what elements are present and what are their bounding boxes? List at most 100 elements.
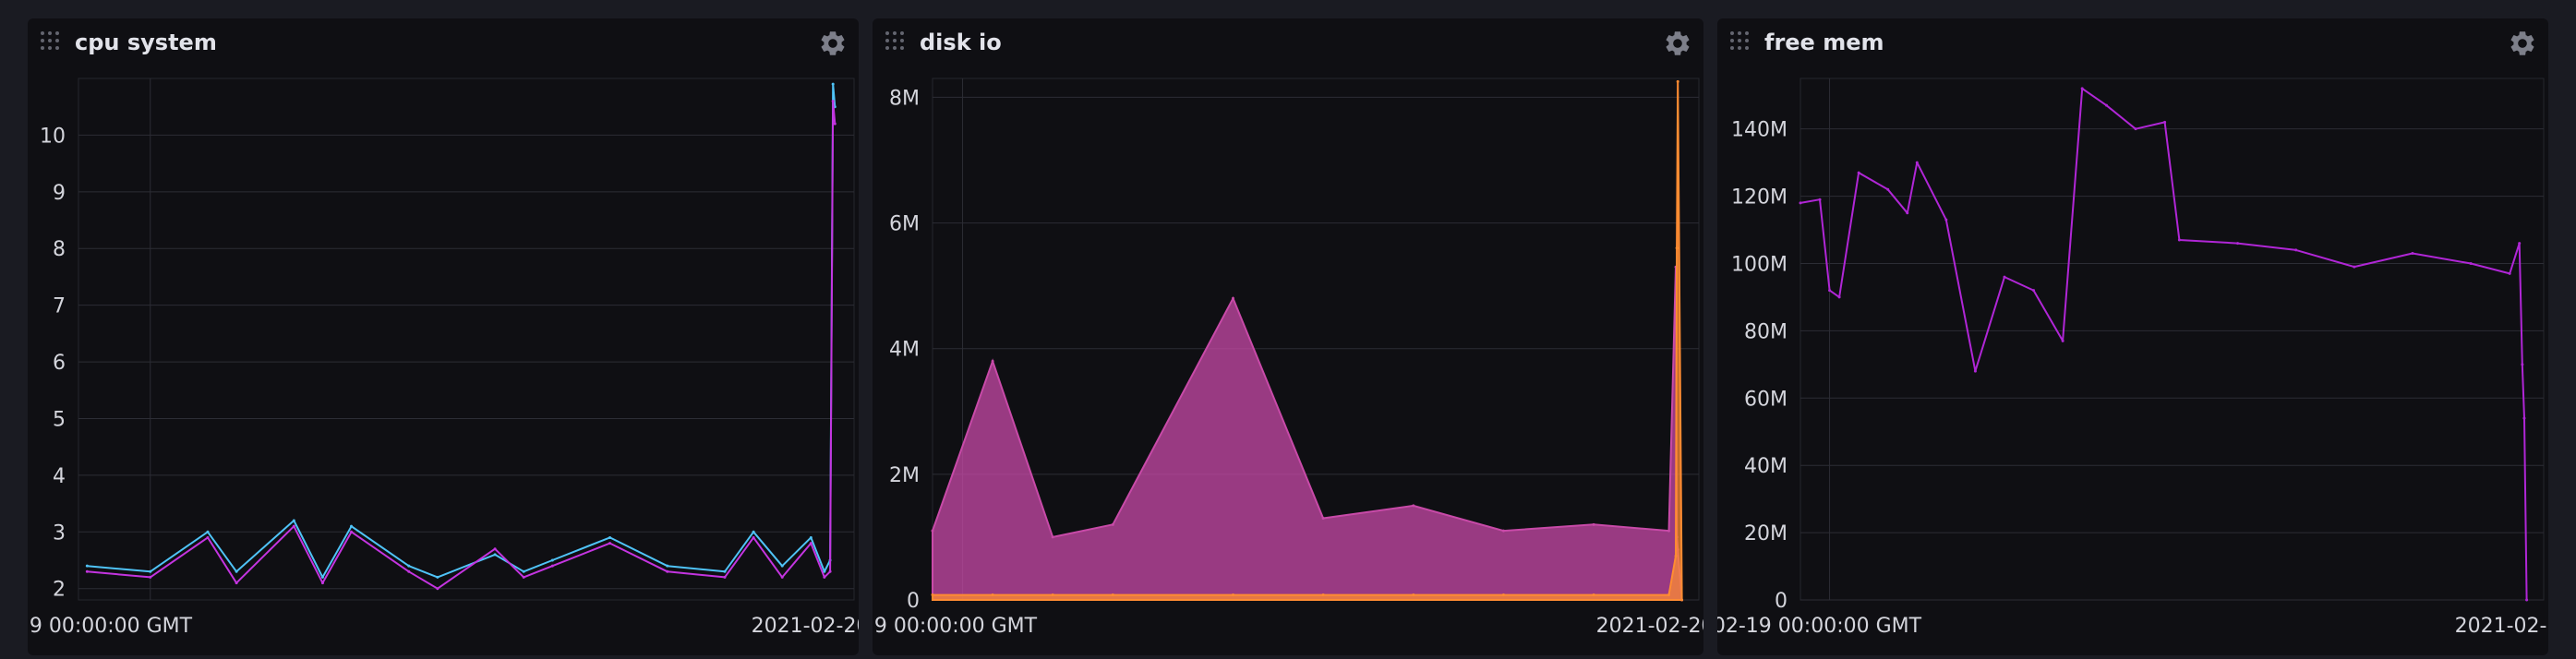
data-point bbox=[2522, 416, 2526, 420]
data-point bbox=[2080, 87, 2084, 90]
data-point bbox=[1111, 522, 1114, 526]
x-tick-label: 02-19 00:00:00 GMT bbox=[28, 615, 193, 638]
x-tick-label: 2021-02-20 00 bbox=[752, 615, 859, 638]
cpu-system-chart: 2 3 4 5 6 7 8 9 10 02-19 00:00:00 GMT 2021-02-20 0… bbox=[28, 78, 859, 638]
data-point bbox=[1818, 198, 1822, 201]
data-point bbox=[1886, 187, 1890, 191]
y-tick-label: 0 bbox=[1775, 590, 1788, 613]
data-point bbox=[666, 569, 669, 573]
data-point bbox=[436, 575, 439, 579]
data-point bbox=[752, 530, 755, 533]
y-tick-label: 5 bbox=[53, 408, 66, 431]
data-point bbox=[780, 575, 784, 579]
data-point bbox=[991, 359, 994, 363]
data-point bbox=[1321, 517, 1325, 521]
data-point bbox=[2177, 238, 2181, 242]
data-point bbox=[2134, 127, 2137, 131]
data-point bbox=[1857, 171, 1860, 174]
data-point bbox=[550, 564, 554, 568]
data-point bbox=[1667, 529, 1670, 533]
data-point bbox=[752, 535, 755, 539]
data-point bbox=[206, 530, 210, 533]
y-tick-label: 100M bbox=[1731, 253, 1788, 276]
y-tick-label: 7 bbox=[53, 295, 66, 318]
data-point bbox=[608, 542, 612, 545]
data-point bbox=[809, 535, 813, 539]
data-point bbox=[833, 122, 837, 126]
y-tick-label: 6M bbox=[889, 213, 920, 236]
data-point bbox=[780, 564, 784, 568]
y-tick-label: 4 bbox=[53, 465, 66, 488]
data-point bbox=[235, 581, 238, 585]
data-point bbox=[1837, 295, 1841, 299]
cpu-system-panel: cpu system 234567891002-19 00:00:00 GMT2… bbox=[28, 18, 859, 655]
data-point bbox=[723, 575, 727, 579]
data-point bbox=[1674, 554, 1678, 557]
series-line bbox=[1800, 87, 2528, 601]
data-point bbox=[2518, 242, 2522, 246]
data-point bbox=[550, 558, 554, 562]
y-tick-label: 6 bbox=[53, 352, 66, 375]
data-point bbox=[493, 553, 497, 557]
data-point bbox=[292, 524, 295, 528]
data-point bbox=[1675, 246, 1679, 250]
data-point bbox=[1501, 593, 1505, 597]
data-point bbox=[831, 82, 835, 86]
y-tick-label: 9 bbox=[53, 182, 66, 205]
data-point bbox=[350, 530, 354, 533]
data-point bbox=[407, 564, 411, 568]
data-point bbox=[149, 569, 152, 573]
x-tick-label: 2021-02-20 00 bbox=[1596, 615, 1703, 638]
data-point bbox=[2003, 275, 2006, 279]
data-point bbox=[608, 535, 612, 539]
data-point bbox=[1667, 593, 1670, 597]
data-point bbox=[1501, 529, 1505, 533]
data-point bbox=[666, 564, 669, 568]
x-tick-label: 21-02-19 00:00:00 GMT bbox=[1717, 615, 1922, 638]
data-point bbox=[1592, 522, 1595, 526]
y-tick-label: 140M bbox=[1731, 119, 1788, 142]
data-point bbox=[407, 569, 411, 573]
data-point bbox=[2469, 261, 2473, 265]
data-point bbox=[522, 575, 525, 579]
data-point bbox=[2353, 265, 2356, 269]
data-point bbox=[1231, 296, 1234, 300]
data-point bbox=[1412, 504, 1415, 508]
data-point bbox=[823, 575, 826, 579]
data-point bbox=[235, 569, 238, 573]
data-point bbox=[206, 535, 210, 539]
x-tick-label: 2021-02-20 00 bbox=[2455, 615, 2548, 638]
y-tick-label: 120M bbox=[1731, 186, 1788, 210]
y-tick-label: 40M bbox=[1744, 455, 1788, 478]
data-point bbox=[2525, 598, 2529, 602]
y-tick-label: 60M bbox=[1744, 388, 1788, 411]
data-point bbox=[1944, 218, 1948, 222]
data-point bbox=[2521, 363, 2524, 366]
data-point bbox=[831, 100, 835, 103]
y-tick-label: 0 bbox=[907, 590, 920, 613]
data-point bbox=[1799, 201, 1802, 205]
y-tick-label: 3 bbox=[53, 521, 66, 545]
data-point bbox=[1321, 593, 1325, 597]
data-point bbox=[723, 569, 727, 573]
data-point bbox=[2032, 289, 2036, 293]
data-point bbox=[1680, 598, 1684, 602]
data-point bbox=[931, 529, 934, 533]
data-point bbox=[350, 524, 354, 528]
data-point bbox=[1828, 289, 1832, 293]
data-point bbox=[1231, 593, 1234, 597]
data-point bbox=[1051, 535, 1054, 539]
data-point bbox=[1906, 211, 1909, 215]
free-mem-chart: 0 20M 40M 60M 80M 100M 120M 140M 21-02-19 00:00:… bbox=[1717, 78, 2548, 638]
data-point bbox=[292, 519, 295, 522]
disk-io-chart: 0 2M 4M 6M 8M 02-19 00:00:00 GMT 2021-02-20 00 bbox=[873, 78, 1703, 638]
plot-area bbox=[1800, 78, 2545, 601]
y-tick-label: 8 bbox=[53, 238, 66, 261]
series-line bbox=[87, 83, 837, 579]
y-tick-label: 2 bbox=[53, 579, 66, 602]
disk-io-panel: disk io 02M4M6M8M02-19 00:00:00 GMT2021-… bbox=[873, 18, 1703, 655]
data-point bbox=[2236, 242, 2240, 246]
data-point bbox=[1676, 79, 1679, 83]
data-point bbox=[436, 587, 439, 591]
x-tick-label: 02-19 00:00:00 GMT bbox=[873, 615, 1038, 638]
